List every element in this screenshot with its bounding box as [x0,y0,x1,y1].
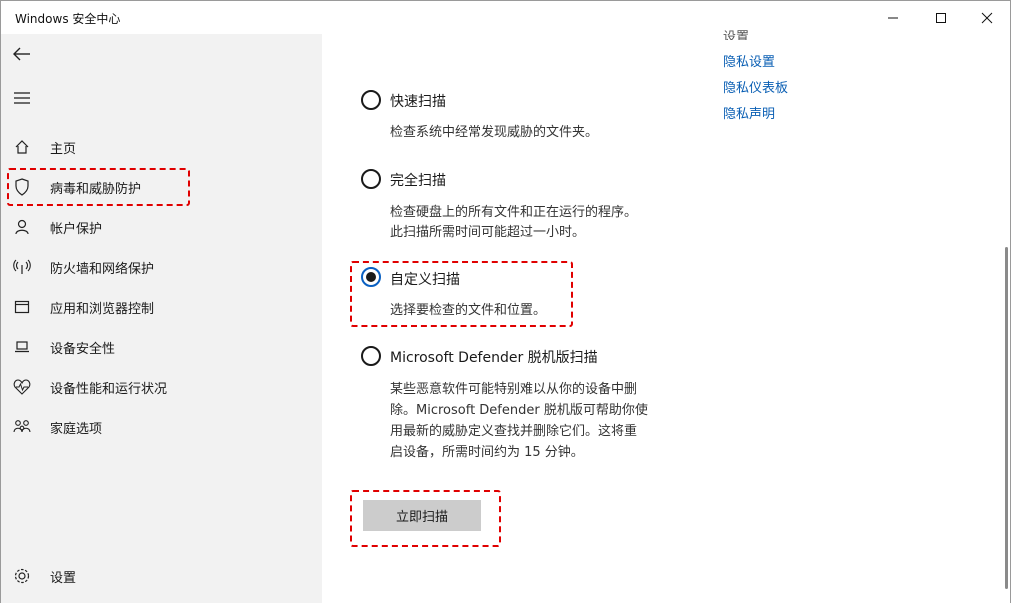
full-scan-radio[interactable] [361,169,381,189]
privacy-dashboard-link[interactable]: 隐私仪表板 [723,77,788,96]
sidebar-item-app-browser-control[interactable]: 应用和浏览器控制 [1,287,322,327]
title-bar: Windows 安全中心 [1,1,1010,34]
sidebar-item-label: 设备安全性 [50,342,116,357]
app-window: Windows 安全中心 主页 病毒和威胁防护 帐户保护 防火墙和网络保护 应用… [0,0,1011,603]
full-scan-description: 此扫描所需时间可能超过一小时。 [390,225,586,240]
maximize-button[interactable] [918,1,964,34]
sidebar-item-label: 帐户保护 [50,222,103,237]
hamburger-menu-button[interactable] [2,78,42,118]
sidebar: 主页 病毒和威胁防护 帐户保护 防火墙和网络保护 应用和浏览器控制 设备安全性 … [1,34,322,603]
highlight-annotation [350,261,573,327]
hamburger-icon [14,92,30,104]
privacy-statement-link[interactable]: 隐私声明 [723,103,775,122]
offline-scan-description: 除。Microsoft Defender 脱机版可帮助你使 [390,403,648,418]
sidebar-item-home[interactable]: 主页 [1,127,322,167]
app-window-icon [13,298,31,316]
privacy-settings-link[interactable]: 隐私设置 [723,51,775,70]
minimize-button[interactable] [870,1,916,34]
family-icon [13,418,31,436]
main-content: 设置 隐私设置 隐私仪表板 隐私声明 快速扫描 检查系统中经常发现威胁的文件夹。… [322,30,1010,603]
settings-link-fragment: 设置 [723,30,750,40]
sidebar-item-family-options[interactable]: 家庭选项 [1,407,322,447]
sidebar-item-label: 主页 [50,142,77,157]
full-scan-label[interactable]: 完全扫描 [390,170,446,190]
gear-icon [13,567,31,585]
close-icon [981,12,993,23]
scrollbar[interactable] [1004,34,1010,603]
maximize-icon [936,12,946,23]
sidebar-item-label: 家庭选项 [50,422,103,437]
offline-scan-label[interactable]: Microsoft Defender 脱机版扫描 [390,347,598,367]
person-icon [13,218,31,236]
scrollbar-thumb[interactable] [1005,247,1008,589]
quick-scan-radio[interactable] [361,90,381,110]
back-button[interactable] [2,34,42,74]
offline-scan-description: 某些恶意软件可能特别难以从你的设备中删 [390,382,638,397]
full-scan-description: 检查硬盘上的所有文件和正在运行的程序。 [390,205,638,220]
sidebar-item-label: 设备性能和运行状况 [50,382,168,397]
sidebar-item-device-performance[interactable]: 设备性能和运行状况 [1,367,322,407]
offline-scan-description: 用最新的威胁定义查找并删除它们。这将重 [390,424,638,439]
sidebar-item-settings[interactable]: 设置 [1,556,322,596]
offline-scan-radio[interactable] [361,346,381,366]
sidebar-item-label: 防火墙和网络保护 [50,262,155,277]
heart-pulse-icon [13,378,31,396]
sidebar-item-firewall[interactable]: 防火墙和网络保护 [1,247,322,287]
sidebar-item-label: 应用和浏览器控制 [50,302,155,317]
offline-scan-description: 启设备，所需时间约为 15 分钟。 [390,445,584,460]
back-arrow-icon [13,47,30,61]
home-icon [13,138,31,156]
close-button[interactable] [964,1,1010,34]
quick-scan-description: 检查系统中经常发现威胁的文件夹。 [390,125,599,140]
sidebar-item-label: 设置 [50,571,77,586]
highlight-annotation [7,168,190,206]
laptop-icon [13,338,31,356]
window-title: Windows 安全中心 [15,12,121,26]
wifi-antenna-icon [13,258,31,276]
sidebar-item-account-protection[interactable]: 帐户保护 [1,207,322,247]
quick-scan-label[interactable]: 快速扫描 [390,91,446,111]
sidebar-item-device-security[interactable]: 设备安全性 [1,327,322,367]
minimize-icon [888,17,898,18]
highlight-annotation [350,490,501,547]
